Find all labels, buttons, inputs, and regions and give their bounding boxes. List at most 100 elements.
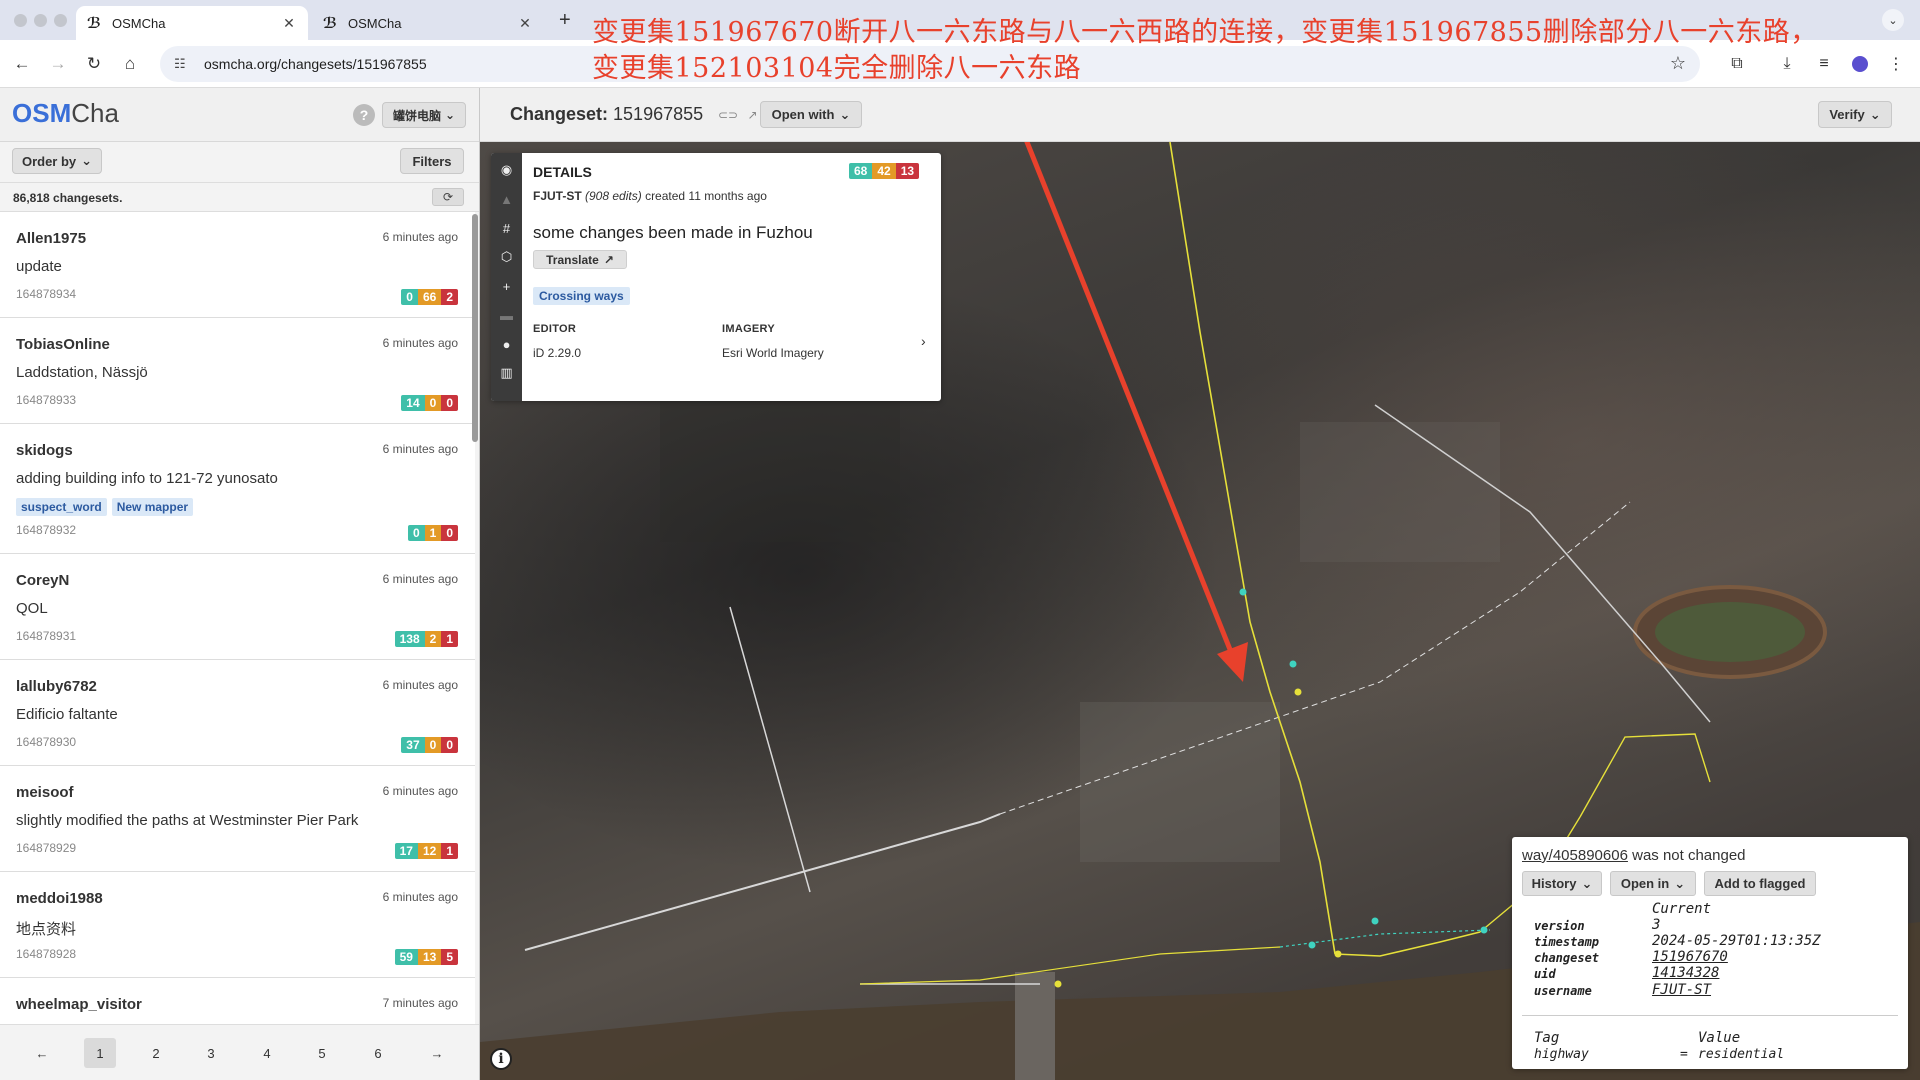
window-close-control[interactable]: [14, 14, 27, 27]
page-4-button[interactable]: 4: [251, 1038, 283, 1068]
verify-button[interactable]: Verify ⌄: [1818, 101, 1892, 128]
list-item[interactable]: Allen1975 6 minutes ago update 164878934…: [0, 212, 475, 318]
imagery-label: IMAGERY: [722, 323, 776, 335]
changeset-id: 164878929: [16, 841, 77, 855]
home-icon[interactable]: ⌂: [118, 52, 142, 76]
way-link[interactable]: way/405890606: [1522, 847, 1628, 864]
details-username[interactable]: FJUT-ST: [533, 189, 582, 203]
browser-tab-osmcha-active[interactable]: ℬ OSMCha ✕: [76, 6, 308, 40]
site-info-icon[interactable]: ☷: [174, 56, 192, 72]
change-counts: 17 12 1: [394, 843, 458, 859]
list-item[interactable]: TobiasOnline 6 minutes ago Laddstation, …: [0, 318, 475, 424]
back-arrow-icon[interactable]: ←: [10, 52, 34, 76]
deleted-count: 13: [895, 163, 920, 179]
changeset-id: 164878930: [16, 735, 77, 749]
modified-count: 42: [872, 163, 896, 179]
sidebar-scrollbar[interactable]: [472, 214, 478, 442]
tab-search-chevron-icon[interactable]: ⌄: [1882, 9, 1904, 31]
open-with-button[interactable]: Open with ⌄: [760, 101, 862, 128]
user-menu-button[interactable]: 罐饼电脑 ⌄: [382, 102, 466, 128]
copy-link-icon[interactable]: ⊂⊃: [718, 108, 738, 122]
list-item[interactable]: meddoi1988 6 minutes ago 地点资料 164878928 …: [0, 872, 475, 978]
list-item[interactable]: meisoof 6 minutes ago slightly modified …: [0, 766, 475, 872]
tag-column-header: Tag: [1534, 1030, 1560, 1046]
created-count: 0: [407, 525, 425, 541]
order-by-button[interactable]: Order by ⌄: [12, 148, 102, 174]
warning-icon[interactable]: ▲: [491, 188, 522, 210]
changeset-user: CoreyN: [16, 572, 70, 589]
list-item[interactable]: lalluby6782 6 minutes ago Edificio falta…: [0, 660, 475, 766]
refresh-icon[interactable]: ⟳: [432, 188, 464, 206]
close-icon[interactable]: ✕: [280, 15, 298, 32]
changeset-sidebar: Order by ⌄ Filters 86,818 changesets. ⟳ A…: [0, 142, 479, 1080]
new-tab-plus-icon[interactable]: +: [559, 9, 571, 32]
translate-button[interactable]: Translate ↗: [533, 250, 627, 269]
changeset-time: 6 minutes ago: [382, 784, 458, 798]
list-item[interactable]: wheelmap_visitor 7 minutes ago: [0, 978, 475, 1024]
tag-equals: =: [1680, 1047, 1688, 1062]
window-minimize-control[interactable]: [34, 14, 47, 27]
uid-link[interactable]: 14134328: [1652, 965, 1719, 981]
profile-avatar-icon[interactable]: [1848, 52, 1872, 76]
bookmark-star-icon[interactable]: ☆: [1670, 53, 1686, 74]
url-text[interactable]: osmcha.org/changesets/151967855: [204, 56, 427, 72]
user-icon[interactable]: ●: [491, 333, 522, 355]
osmcha-logo[interactable]: OSMCha: [12, 98, 119, 129]
hashtag-icon[interactable]: #: [491, 217, 522, 239]
annotation-arrow-head: [1217, 642, 1248, 682]
window-maximize-control[interactable]: [54, 14, 67, 27]
browser-tab-osmcha[interactable]: ℬ OSMCha ✕: [312, 6, 544, 40]
changeset-count-row: 86,818 changesets. ⟳: [0, 182, 479, 212]
external-link-icon[interactable]: ↗: [747, 108, 757, 122]
change-counts: 010: [407, 525, 458, 541]
open-in-button[interactable]: Open in ⌄: [1610, 871, 1696, 896]
eye-icon[interactable]: ◉: [491, 159, 522, 181]
help-icon[interactable]: ?: [353, 104, 375, 126]
chevron-right-icon[interactable]: ›: [921, 333, 926, 349]
download-icon[interactable]: ⤓: [1775, 52, 1799, 76]
chevron-down-icon: ⌄: [1869, 106, 1881, 122]
annotation-text-line-2: 变更集152103104完全删除八一六东路: [592, 53, 1082, 84]
flag-badge: New mapper: [111, 498, 194, 516]
close-icon[interactable]: ✕: [516, 15, 534, 32]
changeset-link[interactable]: 151967670: [1652, 949, 1728, 965]
media-queue-icon[interactable]: ≡: [1812, 52, 1836, 76]
chevron-down-icon: ⌄: [1581, 875, 1593, 891]
comment-icon[interactable]: ▬: [491, 304, 522, 326]
pagination: ← 1 2 3 4 5 6 →: [0, 1024, 479, 1080]
extensions-puzzle-icon[interactable]: ⧉: [1725, 52, 1749, 76]
changeset-id: 164878931: [16, 629, 77, 643]
changeset-comment: Edificio faltante: [16, 706, 118, 723]
history-button[interactable]: History ⌄: [1522, 871, 1602, 896]
map-attribution-info-icon[interactable]: i: [490, 1048, 512, 1070]
way-node: [1239, 588, 1247, 596]
reload-icon[interactable]: ↻: [82, 52, 106, 76]
page-1-button[interactable]: 1: [84, 1038, 116, 1068]
changeset-flags: suspect_word New mapper: [16, 498, 194, 516]
page-6-button[interactable]: 6: [362, 1038, 394, 1068]
page-3-button[interactable]: 3: [195, 1038, 227, 1068]
details-nav-rail: ◉ ▲ # ⬡ + ▬ ● ▥: [491, 153, 522, 401]
next-page-button[interactable]: →: [421, 1038, 453, 1068]
add-to-flagged-button[interactable]: Add to flagged: [1704, 871, 1816, 896]
details-created: created 11 months ago: [645, 189, 767, 203]
username-link[interactable]: FJUT-ST: [1652, 982, 1711, 998]
change-counts: 14 0 0: [401, 395, 458, 411]
browser-menu-icon[interactable]: ⋮: [1884, 52, 1908, 76]
chevron-down-icon: ⌄: [1674, 875, 1686, 891]
page-2-button[interactable]: 2: [140, 1038, 172, 1068]
shapes-icon[interactable]: ⬡: [491, 246, 522, 268]
plus-icon[interactable]: +: [491, 275, 522, 297]
map-icon[interactable]: ▥: [491, 362, 522, 384]
page-5-button[interactable]: 5: [306, 1038, 338, 1068]
list-item[interactable]: skidogs 6 minutes ago adding building in…: [0, 424, 475, 554]
forward-arrow-icon[interactable]: →: [46, 52, 70, 76]
filters-button[interactable]: Filters: [400, 148, 464, 174]
way-node: [1289, 660, 1297, 668]
list-item[interactable]: CoreyN 6 minutes ago QOL 164878931 138 2 1: [0, 554, 475, 660]
deleted-count: 1: [441, 843, 458, 859]
previous-page-button[interactable]: ←: [26, 1038, 58, 1068]
details-comment: some changes been made in Fuzhou: [533, 223, 813, 242]
sports-field-grass: [1655, 602, 1805, 662]
changeset-time: 6 minutes ago: [382, 890, 458, 904]
